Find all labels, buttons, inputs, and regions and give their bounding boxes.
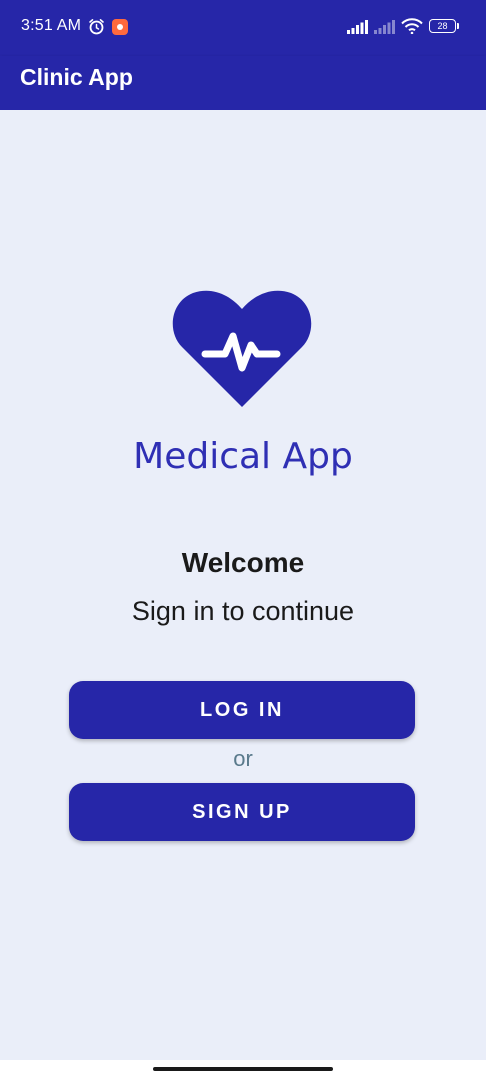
wifi-icon [401, 18, 423, 34]
main-content: Medical App Welcome Sign in to continue … [0, 110, 486, 1060]
alarm-icon [89, 19, 104, 35]
status-bar: 3:51 AM 28 [0, 0, 486, 56]
status-time: 3:51 AM [21, 17, 82, 34]
app-name: Medical App [133, 436, 353, 477]
login-button[interactable]: LOG IN [69, 681, 415, 739]
app-title: Clinic App [20, 64, 133, 90]
signal-icon [374, 20, 395, 34]
battery-tip [457, 23, 459, 29]
or-separator: or [233, 746, 253, 771]
battery-level: 28 [437, 21, 448, 31]
screen-record-icon [112, 19, 128, 35]
navigation-bar [0, 1060, 486, 1080]
signup-button[interactable]: SIGN UP [69, 783, 415, 841]
app-bar: Clinic App [0, 56, 486, 110]
home-indicator[interactable] [153, 1067, 333, 1071]
welcome-subtitle: Sign in to continue [131, 596, 355, 626]
heart-pulse-icon [172, 290, 312, 407]
battery-icon: 28 [429, 19, 461, 35]
welcome-heading: Welcome [181, 547, 305, 578]
signal-icon [347, 20, 368, 34]
